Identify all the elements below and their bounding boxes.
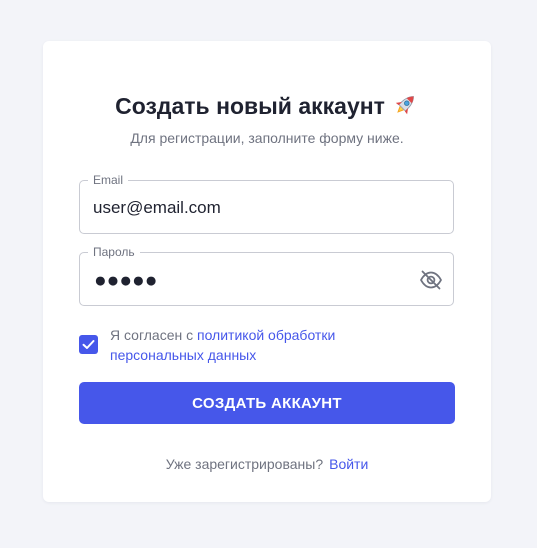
email-label: Email	[88, 173, 129, 187]
already-registered-text: Уже зарегистрированы?	[165, 456, 324, 472]
email-input[interactable]: user@email.com	[93, 198, 221, 218]
agreement-prefix: Я согласен с	[110, 327, 197, 343]
agreement-checkbox[interactable]	[79, 335, 98, 354]
login-link[interactable]: Войти	[329, 456, 368, 472]
email-field[interactable]: Email user@email.com	[79, 173, 454, 234]
checkmark-icon	[82, 340, 95, 349]
login-prompt: Уже зарегистрированы? Войти	[43, 456, 491, 472]
page-subtitle: Для регистрации, заполните форму ниже.	[130, 130, 404, 146]
eye-off-icon[interactable]	[419, 269, 443, 291]
password-label: Пароль	[88, 245, 140, 259]
page-title-text: Создать новый аккаунт	[115, 93, 385, 119]
agreement-text: Я согласен с политикой обработки персона…	[110, 325, 420, 365]
create-account-button[interactable]: СОЗДАТЬ АККАУНТ	[79, 382, 455, 424]
rocket-icon	[395, 96, 414, 115]
page-title: Создать новый аккаунт	[43, 91, 491, 120]
password-field[interactable]: Пароль ●●●●●	[79, 245, 454, 306]
password-input[interactable]: ●●●●●	[94, 270, 157, 291]
signup-card: Создать новый аккаунт Для регистрации, з…	[43, 41, 491, 502]
